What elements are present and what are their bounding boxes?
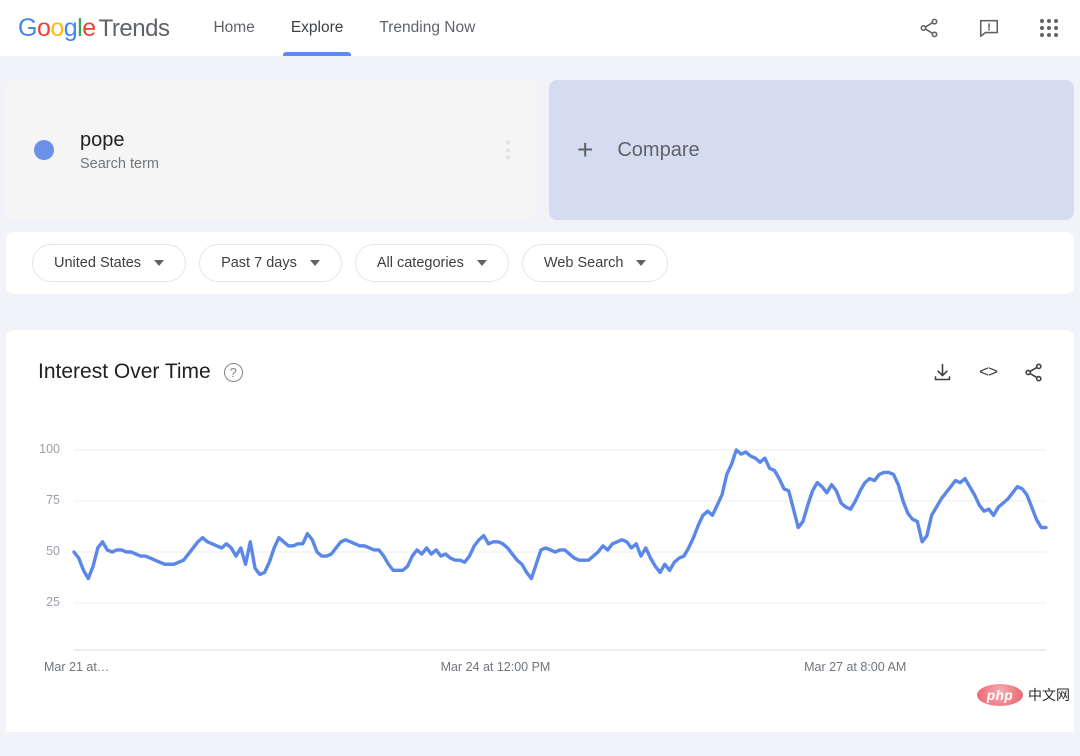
- filter-bar: United States Past 7 days All categories…: [6, 232, 1074, 294]
- chevron-down-icon: [310, 260, 320, 266]
- share-icon[interactable]: [916, 15, 942, 41]
- compare-button[interactable]: + Compare: [549, 80, 1074, 220]
- y-axis-tick: 75: [26, 493, 60, 507]
- google-wordmark: Google: [18, 14, 96, 43]
- interest-over-time-card: Interest Over Time ? <>: [6, 330, 1074, 732]
- x-axis-tick: Mar 24 at 12:00 PM: [441, 660, 551, 674]
- x-axis-tick: Mar 27 at 8:00 AM: [804, 660, 906, 674]
- trends-wordmark: Trends: [99, 15, 170, 43]
- filter-location[interactable]: United States: [32, 244, 186, 282]
- header-actions: [916, 15, 1062, 41]
- search-term-title: pope: [80, 128, 159, 153]
- chevron-down-icon: [154, 260, 164, 266]
- plus-icon: +: [577, 136, 593, 164]
- line-chart-svg: [6, 426, 1074, 666]
- filter-category[interactable]: All categories: [355, 244, 509, 282]
- watermark-text: 中文网: [1028, 685, 1070, 705]
- download-icon[interactable]: [932, 362, 953, 383]
- y-axis-tick: 100: [26, 442, 60, 456]
- y-axis-tick: 50: [26, 544, 60, 558]
- embed-code-icon[interactable]: <>: [979, 362, 997, 382]
- watermark: php 中文网: [977, 684, 1070, 706]
- series-color-dot: [34, 140, 54, 160]
- search-term-subtitle: Search term: [80, 156, 159, 172]
- search-term-text: pope Search term: [80, 128, 159, 172]
- google-trends-page: Google Trends Home Explore Trending Now: [0, 0, 1080, 756]
- php-badge: php: [977, 684, 1023, 706]
- y-axis-tick: 25: [26, 595, 60, 609]
- filter-search-type[interactable]: Web Search: [522, 244, 669, 282]
- nav-item-home[interactable]: Home: [211, 0, 256, 56]
- share-icon[interactable]: [1023, 362, 1044, 383]
- help-icon[interactable]: ?: [224, 363, 243, 382]
- app-header: Google Trends Home Explore Trending Now: [0, 0, 1080, 56]
- page-title: Interest Over Time: [38, 360, 211, 384]
- filter-time-range[interactable]: Past 7 days: [199, 244, 342, 282]
- apps-grid-icon[interactable]: [1036, 15, 1062, 41]
- filter-search-type-label: Web Search: [544, 255, 624, 271]
- nav-item-trending-now[interactable]: Trending Now: [377, 0, 477, 56]
- search-terms-row: pope Search term + Compare: [0, 80, 1080, 220]
- chevron-down-icon: [636, 260, 646, 266]
- series-line-pope: [74, 450, 1046, 579]
- filter-category-label: All categories: [377, 255, 464, 271]
- chevron-down-icon: [477, 260, 487, 266]
- interest-over-time-plot: 100 75 50 25 Mar 21 at… Mar 24 at 12:00 PM Ma…: [6, 426, 1074, 732]
- more-vertical-icon[interactable]: [506, 141, 510, 160]
- x-axis-tick: Mar 21 at…: [44, 660, 109, 674]
- search-term-card[interactable]: pope Search term: [6, 80, 536, 220]
- google-trends-logo[interactable]: Google Trends: [18, 14, 169, 43]
- feedback-icon[interactable]: [976, 15, 1002, 41]
- chart-toolbar: <>: [932, 362, 1044, 383]
- main-nav: Home Explore Trending Now: [211, 0, 477, 56]
- filter-location-label: United States: [54, 255, 141, 271]
- filter-time-range-label: Past 7 days: [221, 255, 297, 271]
- compare-label: Compare: [617, 139, 699, 162]
- nav-item-explore[interactable]: Explore: [289, 0, 346, 56]
- chart-header: Interest Over Time ? <>: [6, 330, 1074, 384]
